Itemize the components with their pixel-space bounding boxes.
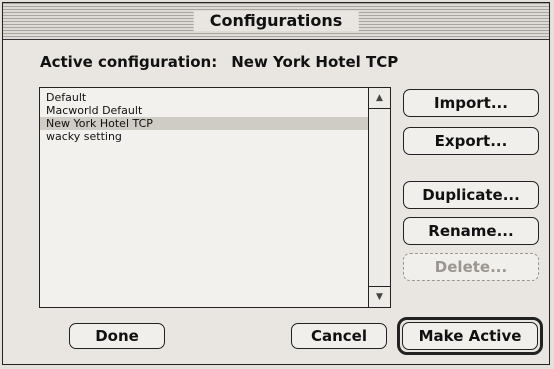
active-configuration-label: Active configuration: (40, 53, 218, 71)
export-button[interactable]: Export... (403, 127, 539, 155)
done-button[interactable]: Done (69, 323, 165, 349)
active-configuration-value: New York Hotel TCP (231, 53, 399, 71)
duplicate-button[interactable]: Duplicate... (403, 181, 539, 209)
list-items: Default Macworld Default New York Hotel … (40, 88, 368, 307)
scroll-up-arrow-icon[interactable]: ▲ (369, 88, 390, 109)
import-button[interactable]: Import... (403, 89, 539, 117)
make-active-button[interactable]: Make Active (402, 322, 538, 350)
active-configuration-row: Active configuration: New York Hotel TCP (40, 53, 398, 71)
title-bar[interactable]: Configurations (3, 3, 549, 40)
list-item[interactable]: Default (40, 91, 368, 104)
configurations-dialog: Configurations Active configuration: New … (2, 2, 550, 365)
window-title: Configurations (193, 11, 359, 31)
list-item[interactable]: wacky setting (40, 130, 368, 143)
list-item[interactable]: Macworld Default (40, 104, 368, 117)
configurations-list[interactable]: Default Macworld Default New York Hotel … (39, 87, 391, 308)
list-item-selected[interactable]: New York Hotel TCP (40, 117, 368, 130)
delete-button: Delete... (403, 253, 539, 281)
cancel-button[interactable]: Cancel (291, 323, 387, 349)
vertical-scrollbar[interactable]: ▲ ▼ (368, 88, 390, 307)
scroll-down-arrow-icon[interactable]: ▼ (369, 286, 390, 307)
rename-button[interactable]: Rename... (403, 217, 539, 245)
